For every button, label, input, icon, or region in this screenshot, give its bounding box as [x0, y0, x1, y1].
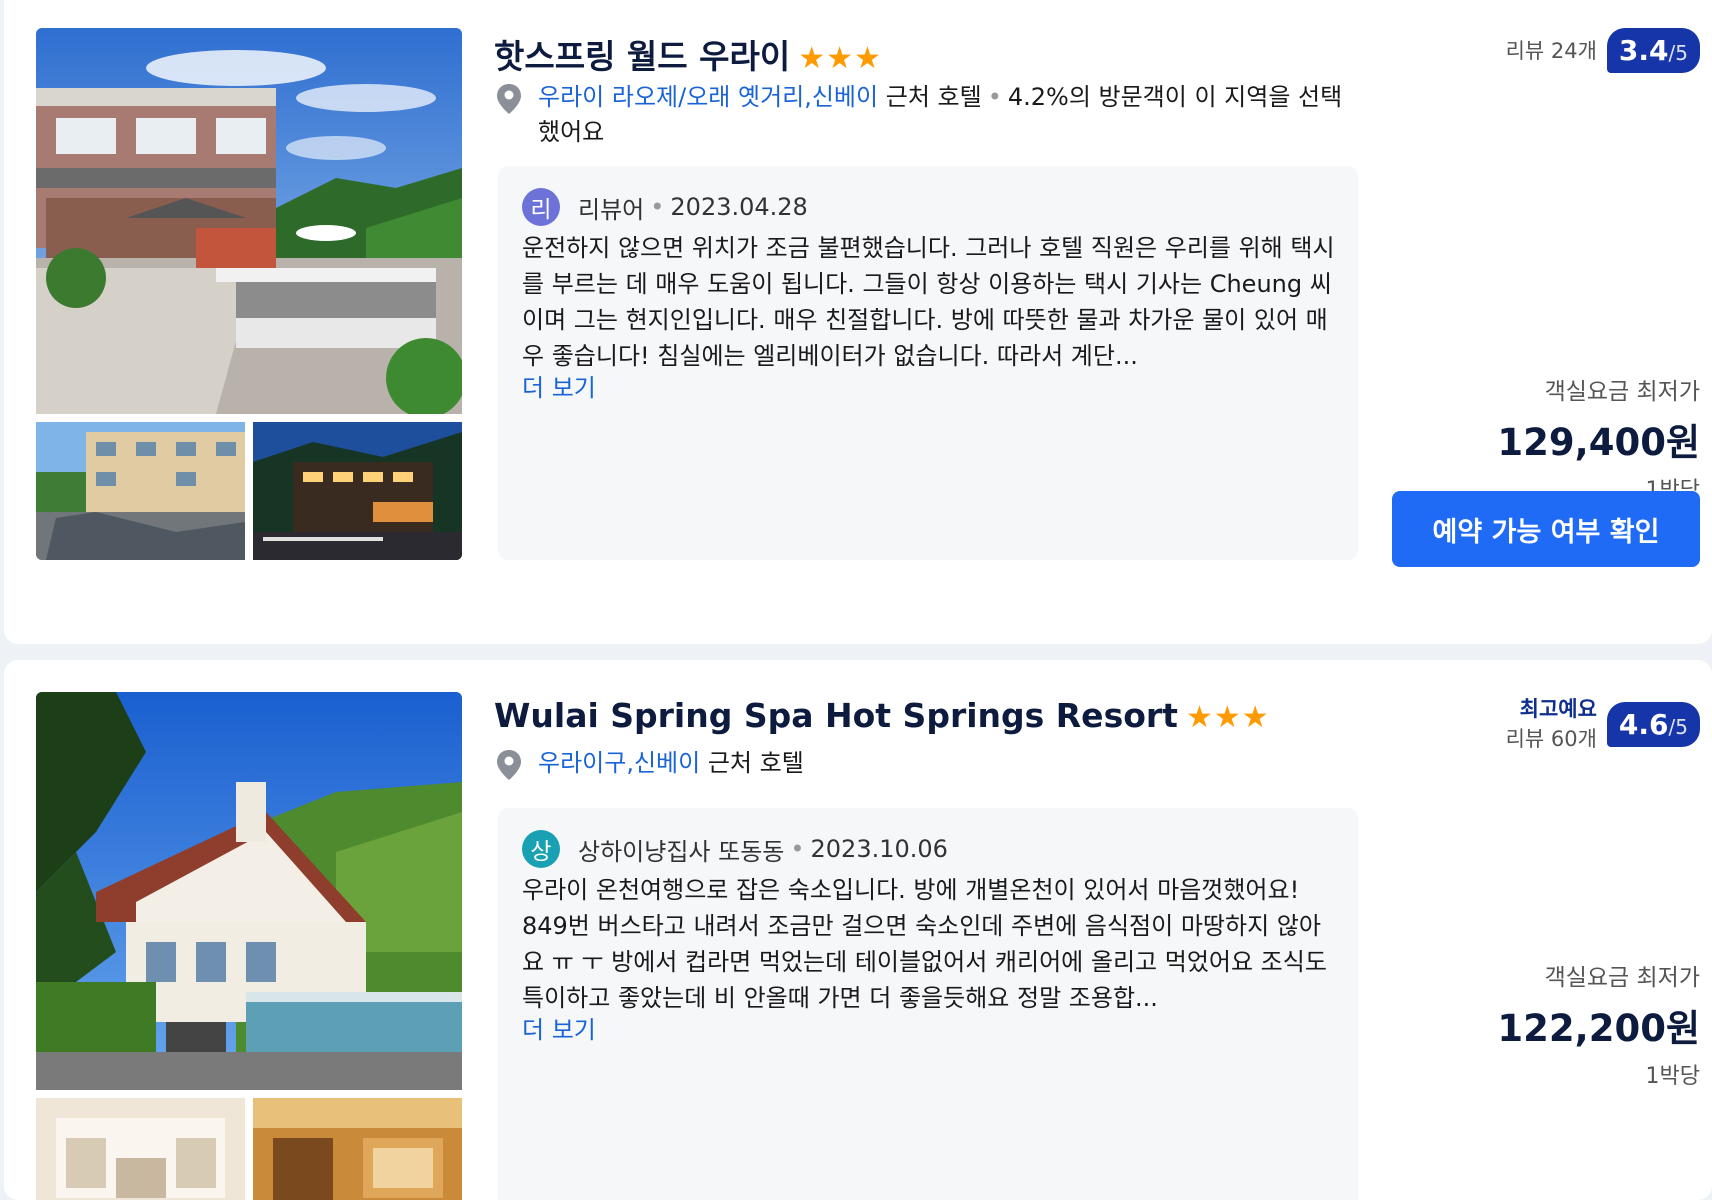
- hotel-main-photo[interactable]: [36, 692, 462, 1090]
- price-block: 객실요금 최저가 129,400원 1박당: [1497, 372, 1700, 504]
- review-date: 2023.10.06: [810, 835, 948, 863]
- location-suffix: 근처 호텔: [885, 83, 982, 111]
- separator-dot: •: [987, 83, 1002, 111]
- price-block: 객실요금 최저가 122,200원 1박당: [1497, 958, 1700, 1090]
- hotel-card[interactable]: Wulai Spring Spa Hot Springs Resort ★★★ 우…: [4, 660, 1712, 1200]
- review-snippet: 리 리뷰어 • 2023.04.28 운전하지 않으면 위치가 조금 불편했습니다.…: [498, 166, 1358, 560]
- review-date: 2023.04.28: [670, 193, 808, 221]
- separator-dot: •: [790, 835, 805, 863]
- review-text: 우라이 온천여행으로 잡은 숙소입니다. 방에 개별온천이 있어서 마음껏했어요…: [522, 876, 1327, 1012]
- read-more-link[interactable]: 더 보기: [522, 1010, 596, 1045]
- hotel-location: 우라이구,신베이 근처 호텔: [496, 746, 1356, 781]
- score-value: 3.4: [1618, 34, 1669, 67]
- location-suffix: 근처 호텔: [707, 749, 804, 777]
- review-snippet: 상 상하이냥집사 또동동 • 2023.10.06 우라이 온천여행으로 잡은 숙소…: [498, 808, 1358, 1200]
- location-pin-icon: [497, 750, 521, 780]
- hotel-name-text[interactable]: Wulai Spring Spa Hot Springs Resort: [494, 696, 1178, 735]
- score-badge: 4.6/5: [1606, 701, 1700, 747]
- star-rating-icon: ★★★: [1185, 700, 1270, 735]
- score-denominator: /5: [1668, 41, 1688, 65]
- reviewer-avatar: 상: [522, 830, 560, 868]
- hotel-name[interactable]: 핫스프링 월드 우라이 ★★★: [494, 30, 882, 78]
- review-header: 리 리뷰어 • 2023.04.28: [522, 188, 808, 226]
- score-badge: 3.4/5: [1606, 28, 1700, 73]
- hotel-thumbnail-photo[interactable]: [36, 422, 245, 560]
- hotel-name-text[interactable]: 핫스프링 월드 우라이: [494, 37, 790, 76]
- hotel-location: 우라이 라오제/오래 옛거리,신베이 근처 호텔 • 4.2%의 방문객이 이 지역…: [496, 80, 1356, 150]
- review-count[interactable]: 리뷰 24개: [1506, 36, 1597, 66]
- rating-summary[interactable]: 최고예요 리뷰 60개 4.6/5: [1506, 694, 1700, 754]
- rating-word: 최고예요: [1519, 697, 1597, 721]
- price-value: 129,400원: [1497, 421, 1700, 464]
- per-night-label: 1박당: [1645, 1064, 1700, 1089]
- location-pin-icon: [497, 84, 521, 114]
- read-more-link[interactable]: 더 보기: [522, 368, 596, 403]
- reviewer-name: 상하이냥집사 또동동: [578, 837, 785, 866]
- reviewer-name: 리뷰어: [578, 195, 645, 224]
- price-label: 객실요금 최저가: [1544, 965, 1700, 991]
- review-header: 상 상하이냥집사 또동동 • 2023.10.06: [522, 830, 948, 868]
- hotel-card[interactable]: 핫스프링 월드 우라이 ★★★ 우라이 라오제/오래 옛거리,신베이 근처 호텔 •…: [4, 0, 1712, 644]
- review-count[interactable]: 리뷰 60개: [1506, 724, 1597, 754]
- rating-summary[interactable]: 리뷰 24개 3.4/5: [1506, 28, 1700, 73]
- reviewer-avatar: 리: [522, 188, 560, 226]
- location-link[interactable]: 우라이 라오제/오래 옛거리,신베이: [538, 83, 878, 111]
- score-value: 4.6: [1618, 707, 1669, 741]
- hotel-main-photo[interactable]: [36, 28, 462, 414]
- review-text: 운전하지 않으면 위치가 조금 불편했습니다. 그러나 호텔 직원은 우리를 위…: [522, 234, 1335, 370]
- score-denominator: /5: [1668, 714, 1688, 739]
- hotel-thumbnail-photo[interactable]: [253, 1098, 462, 1200]
- separator-dot: •: [650, 193, 665, 221]
- check-availability-button[interactable]: 예약 가능 여부 확인: [1392, 491, 1700, 567]
- star-rating-icon: ★★★: [798, 41, 882, 76]
- price-label: 객실요금 최저가: [1544, 379, 1700, 405]
- hotel-name[interactable]: Wulai Spring Spa Hot Springs Resort ★★★: [494, 696, 1270, 735]
- location-link[interactable]: 우라이구,신베이: [538, 749, 700, 777]
- hotel-thumbnail-photo[interactable]: [253, 422, 462, 560]
- price-value: 122,200원: [1497, 1007, 1700, 1050]
- hotel-thumbnail-photo[interactable]: [36, 1098, 245, 1200]
